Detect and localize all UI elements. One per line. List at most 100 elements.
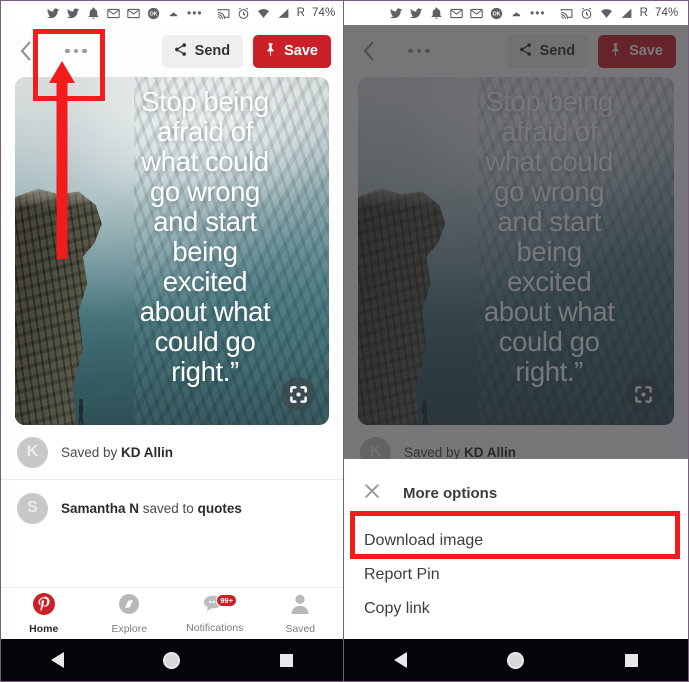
- tab-saved[interactable]: Saved: [258, 588, 344, 639]
- send-label: Send: [194, 43, 231, 59]
- chevron-left-icon[interactable]: [13, 38, 39, 64]
- send-button[interactable]: Send: [161, 34, 244, 68]
- pin-image[interactable]: Stop being afraid of what could go wrong…: [15, 77, 329, 425]
- cast-icon: [560, 7, 573, 20]
- tab-explore[interactable]: Explore: [87, 588, 173, 639]
- svg-text:OK: OK: [492, 11, 500, 17]
- alarm-icon: [580, 7, 593, 20]
- tab-label: Home: [29, 623, 59, 635]
- tab-label: Explore: [111, 623, 148, 635]
- hiker-figure: [78, 399, 85, 425]
- sheet-item-copy-link[interactable]: Copy link: [344, 592, 688, 626]
- quote-line: being: [172, 235, 238, 267]
- saved-by-row[interactable]: K Saved by KD Allin: [1, 425, 343, 479]
- divider: [344, 514, 688, 515]
- signal-icon: [620, 7, 633, 20]
- more-options-sheet: More options Download image Report Pin C…: [344, 459, 688, 639]
- quote-line: Stop being: [141, 86, 269, 117]
- notification-badge: 99+: [215, 594, 238, 607]
- screenshot-stage: OK ••• R 74% 12:04: [0, 0, 689, 682]
- gmail-icon: [107, 7, 120, 20]
- bell-icon: [87, 7, 100, 20]
- bottom-tab-bar: Home Explore 99+ Notifications Saved: [1, 587, 343, 639]
- triangle-back-icon[interactable]: [50, 652, 64, 668]
- close-x-icon[interactable]: [362, 481, 382, 506]
- share-icon: [173, 42, 188, 61]
- sheet-title: More options: [403, 484, 498, 502]
- quote-line: right.”: [171, 355, 239, 387]
- circle-home-icon[interactable]: [163, 651, 181, 669]
- prefix: Saved by: [61, 444, 122, 460]
- circle-ok-icon: OK: [490, 7, 503, 20]
- bell-icon: [430, 7, 443, 20]
- save-button[interactable]: Save: [253, 34, 331, 68]
- tab-label: Saved: [285, 623, 316, 635]
- quote-line: and start: [153, 205, 257, 237]
- status-bar: OK ••• R 74% 12:05: [344, 1, 688, 25]
- status-bar: OK ••• R 74% 12:04: [1, 1, 343, 25]
- carrier-label: R: [639, 7, 649, 19]
- board-name: quotes: [197, 500, 242, 516]
- pushpin-icon: [263, 42, 278, 61]
- dot: [65, 48, 70, 54]
- pin-header: Send Save: [1, 25, 343, 77]
- battery-percent: 74%: [655, 7, 679, 19]
- left-phone-screen: OK ••• R 74% 12:04: [0, 0, 344, 682]
- battery-icon: [685, 7, 688, 20]
- user-name: Samantha N: [61, 500, 140, 516]
- avatar: K: [17, 436, 48, 468]
- gmail-icon: [450, 7, 463, 20]
- sheet-item-report-pin[interactable]: Report Pin: [344, 558, 688, 592]
- saved-to-text: Samantha N saved to quotes: [61, 501, 242, 516]
- pin-image-wrapper: Stop being afraid of what could go wrong…: [1, 77, 343, 425]
- quote-line: afraid of: [157, 115, 253, 147]
- save-label: Save: [284, 43, 318, 59]
- avatar: S: [17, 492, 48, 524]
- signal-icon: [277, 7, 290, 20]
- circle-ok-icon: OK: [147, 7, 160, 20]
- square-recents-icon[interactable]: [280, 653, 294, 667]
- twitter-icon: [47, 7, 60, 20]
- twitter-icon: [67, 7, 80, 20]
- wifi-icon: [257, 7, 270, 20]
- pinterest-icon: [32, 592, 56, 621]
- ellipsis-icon: •••: [187, 6, 203, 20]
- gmail-icon: [127, 7, 140, 20]
- twitter-icon: [410, 7, 423, 20]
- quote-line: could go: [154, 325, 256, 357]
- quote-line: excited: [162, 265, 248, 297]
- cloud-icon: [167, 7, 180, 20]
- quote-line: what could: [141, 145, 269, 177]
- sheet-header: More options: [344, 475, 688, 511]
- ellipsis-icon: •••: [530, 6, 546, 20]
- saved-to-board-row[interactable]: S Samantha N saved to quotes: [1, 480, 343, 536]
- quote-line: go wrong: [150, 175, 260, 207]
- pin-quote-text: Stop being afraid of what could go wrong…: [97, 87, 314, 387]
- saved-by-text: Saved by KD Allin: [61, 445, 173, 460]
- wifi-icon: [600, 7, 613, 20]
- tab-notifications[interactable]: 99+ Notifications: [172, 588, 258, 639]
- gmail-icon: [470, 7, 483, 20]
- battery-percent: 74%: [312, 7, 336, 19]
- android-navigation-bar: [344, 639, 688, 681]
- tab-label: Notifications: [186, 622, 244, 634]
- right-phone-screen: OK ••• R 74% 12:05: [344, 0, 689, 682]
- square-recents-icon[interactable]: [624, 653, 638, 667]
- sheet-item-download-image[interactable]: Download image: [344, 524, 688, 558]
- dot: [73, 48, 79, 54]
- suffix: saved to: [139, 500, 198, 516]
- triangle-back-icon[interactable]: [394, 652, 408, 668]
- svg-text:OK: OK: [149, 11, 157, 17]
- circle-home-icon[interactable]: [507, 651, 525, 669]
- more-options-button[interactable]: [55, 36, 97, 66]
- visual-search-icon[interactable]: [281, 377, 315, 411]
- person-icon: [288, 592, 312, 621]
- cloud-icon: [510, 7, 523, 20]
- alarm-icon: [237, 7, 250, 20]
- dot: [82, 48, 87, 54]
- tab-home[interactable]: Home: [1, 588, 87, 639]
- carrier-label: R: [296, 7, 306, 19]
- compass-icon: [117, 592, 141, 621]
- cast-icon: [217, 7, 230, 20]
- quote-line: about what: [139, 295, 271, 327]
